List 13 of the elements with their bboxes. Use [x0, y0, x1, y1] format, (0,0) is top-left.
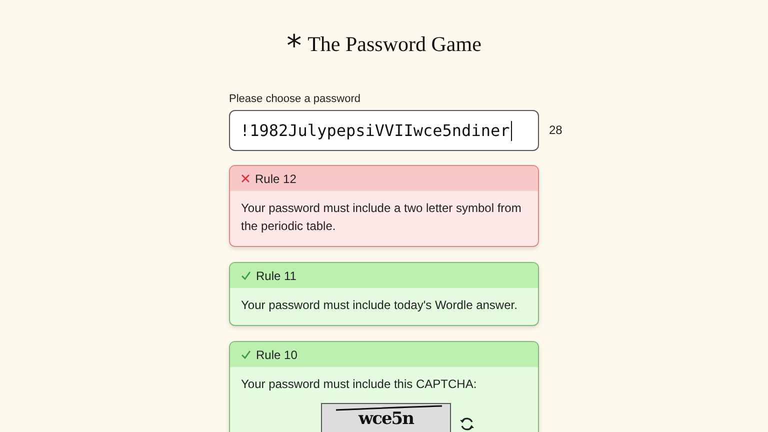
rule-title: Rule 10: [256, 348, 298, 362]
rule-title: Rule 12: [255, 172, 296, 186]
rule-text: Your password must include a two letter symbol from the periodic table.: [241, 200, 522, 235]
character-count: 28: [549, 123, 562, 137]
rule-text: Your password must include this CAPTCHA:: [241, 376, 478, 393]
refresh-icon[interactable]: [459, 416, 475, 432]
asterisk-icon: *: [286, 34, 302, 56]
page-title: The Password Game: [308, 32, 482, 57]
password-field[interactable]: !1982JulypepsiVVIIwce5ndiner: [229, 110, 539, 151]
rule-title: Rule 11: [256, 268, 296, 282]
password-label: Please choose a password: [229, 93, 362, 105]
rule-text: Your password must include today's Wordle answer.: [241, 297, 518, 314]
captcha-image: wce5n: [321, 403, 451, 432]
